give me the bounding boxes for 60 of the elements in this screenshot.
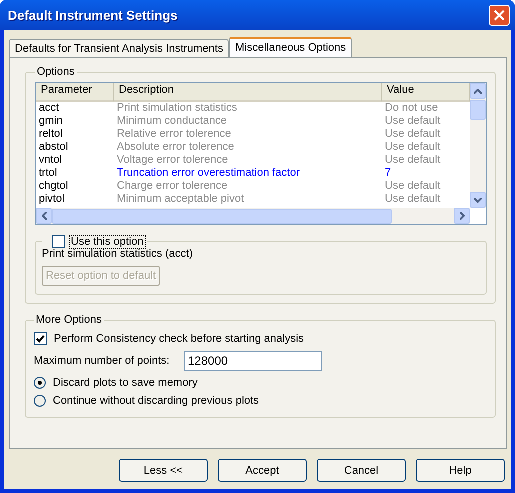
checkbox[interactable] [52, 235, 65, 248]
checkbox-label[interactable]: Use this option [70, 236, 145, 248]
table-cell-text: Print simulation statistics [116, 102, 238, 115]
radio-label[interactable]: Discard plots to save memory [53, 377, 198, 389]
table-cell-text: abstol [38, 141, 70, 154]
scroll-up-button[interactable] [470, 83, 486, 99]
table-cell-text: Do not use [384, 102, 440, 115]
table-cell-text: Minimum acceptable pivot [116, 193, 246, 206]
table-cell-text: Use default [384, 128, 442, 141]
checkbox-label[interactable]: Perform Consistency check before starting analysis [54, 332, 304, 344]
scroll-thumb[interactable] [52, 208, 392, 224]
input-field[interactable]: 128000 [184, 351, 322, 371]
group-title: Options [36, 66, 76, 78]
table-cell-text: Charge error tolerence [116, 180, 229, 193]
table-cell-text: reltol [38, 128, 64, 141]
table-cell-text: trtol [38, 167, 58, 180]
table-cell-text: Relative error tolerence [116, 128, 232, 141]
table-cell-text: pivtol [38, 193, 66, 206]
table-cell-text: Use default [384, 115, 442, 128]
column-header[interactable]: Description [114, 83, 382, 102]
table-cell-text: Absolute error tolerence [116, 141, 236, 154]
scroll-thumb[interactable] [470, 100, 486, 120]
radio-label[interactable]: Continue without discarding previous plots [53, 395, 260, 407]
check-icon [36, 334, 45, 342]
close-button[interactable] [489, 4, 510, 26]
table-cell-text: Use default [384, 193, 442, 206]
scroll-left-button[interactable] [36, 208, 52, 224]
checkbox[interactable] [34, 332, 47, 345]
radio-button[interactable] [34, 377, 46, 389]
caret-left-icon [42, 212, 46, 220]
dialog-button[interactable]: Cancel [317, 459, 406, 482]
table-cell-text: gmin [38, 115, 64, 128]
table-cell-text: Truncation error overestimation factor [116, 167, 301, 180]
tab[interactable]: Defaults for Transient Analysis Instruments [9, 39, 230, 57]
field-label: Maximum number of points: [34, 355, 171, 367]
table-cell-text: acct [38, 102, 60, 115]
column-header[interactable]: Parameter [36, 83, 114, 102]
dialog-button[interactable]: Help [416, 459, 505, 482]
close-icon [494, 10, 505, 20]
table-cell-text: Voltage error tolerence [116, 154, 230, 167]
tab[interactable]: Miscellaneous Options [229, 37, 352, 57]
group-title: More Options [35, 314, 104, 326]
scroll-right-button[interactable] [454, 208, 470, 224]
table-cell-text: Use default [384, 141, 442, 154]
column-header[interactable]: Value [382, 83, 470, 102]
table-cell-text: Use default [384, 154, 442, 167]
dialog-button[interactable]: Less << [119, 459, 208, 482]
table-cell-text: Minimum conductance [116, 115, 228, 128]
table-cell-text: vntol [38, 154, 64, 167]
caret-up-icon [474, 88, 482, 94]
window-title: Default Instrument Settings [8, 8, 178, 22]
dialog-button[interactable]: Accept [218, 459, 307, 482]
scroll-down-button[interactable] [470, 192, 486, 208]
radio-button[interactable] [34, 395, 46, 407]
option-description: Print simulation statistics (acct) [42, 248, 194, 260]
caret-right-icon [460, 212, 464, 220]
caret-down-icon [474, 198, 482, 202]
table-cell-text: chgtol [38, 180, 70, 193]
table-cell-text: Use default [384, 180, 442, 193]
table-cell-text: 7 [384, 167, 392, 180]
